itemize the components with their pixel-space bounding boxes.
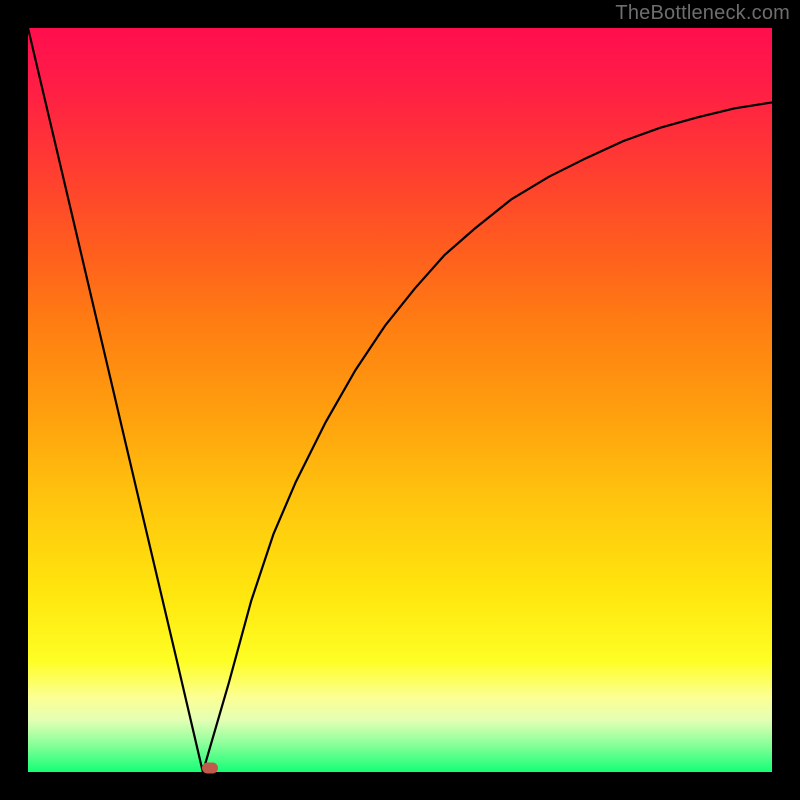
bottleneck-curve bbox=[28, 28, 772, 772]
minimum-marker bbox=[202, 763, 218, 774]
attribution-label: TheBottleneck.com bbox=[615, 2, 790, 25]
chart-frame: TheBottleneck.com bbox=[0, 0, 800, 800]
curve-svg bbox=[28, 28, 772, 772]
plot-area bbox=[28, 28, 772, 772]
